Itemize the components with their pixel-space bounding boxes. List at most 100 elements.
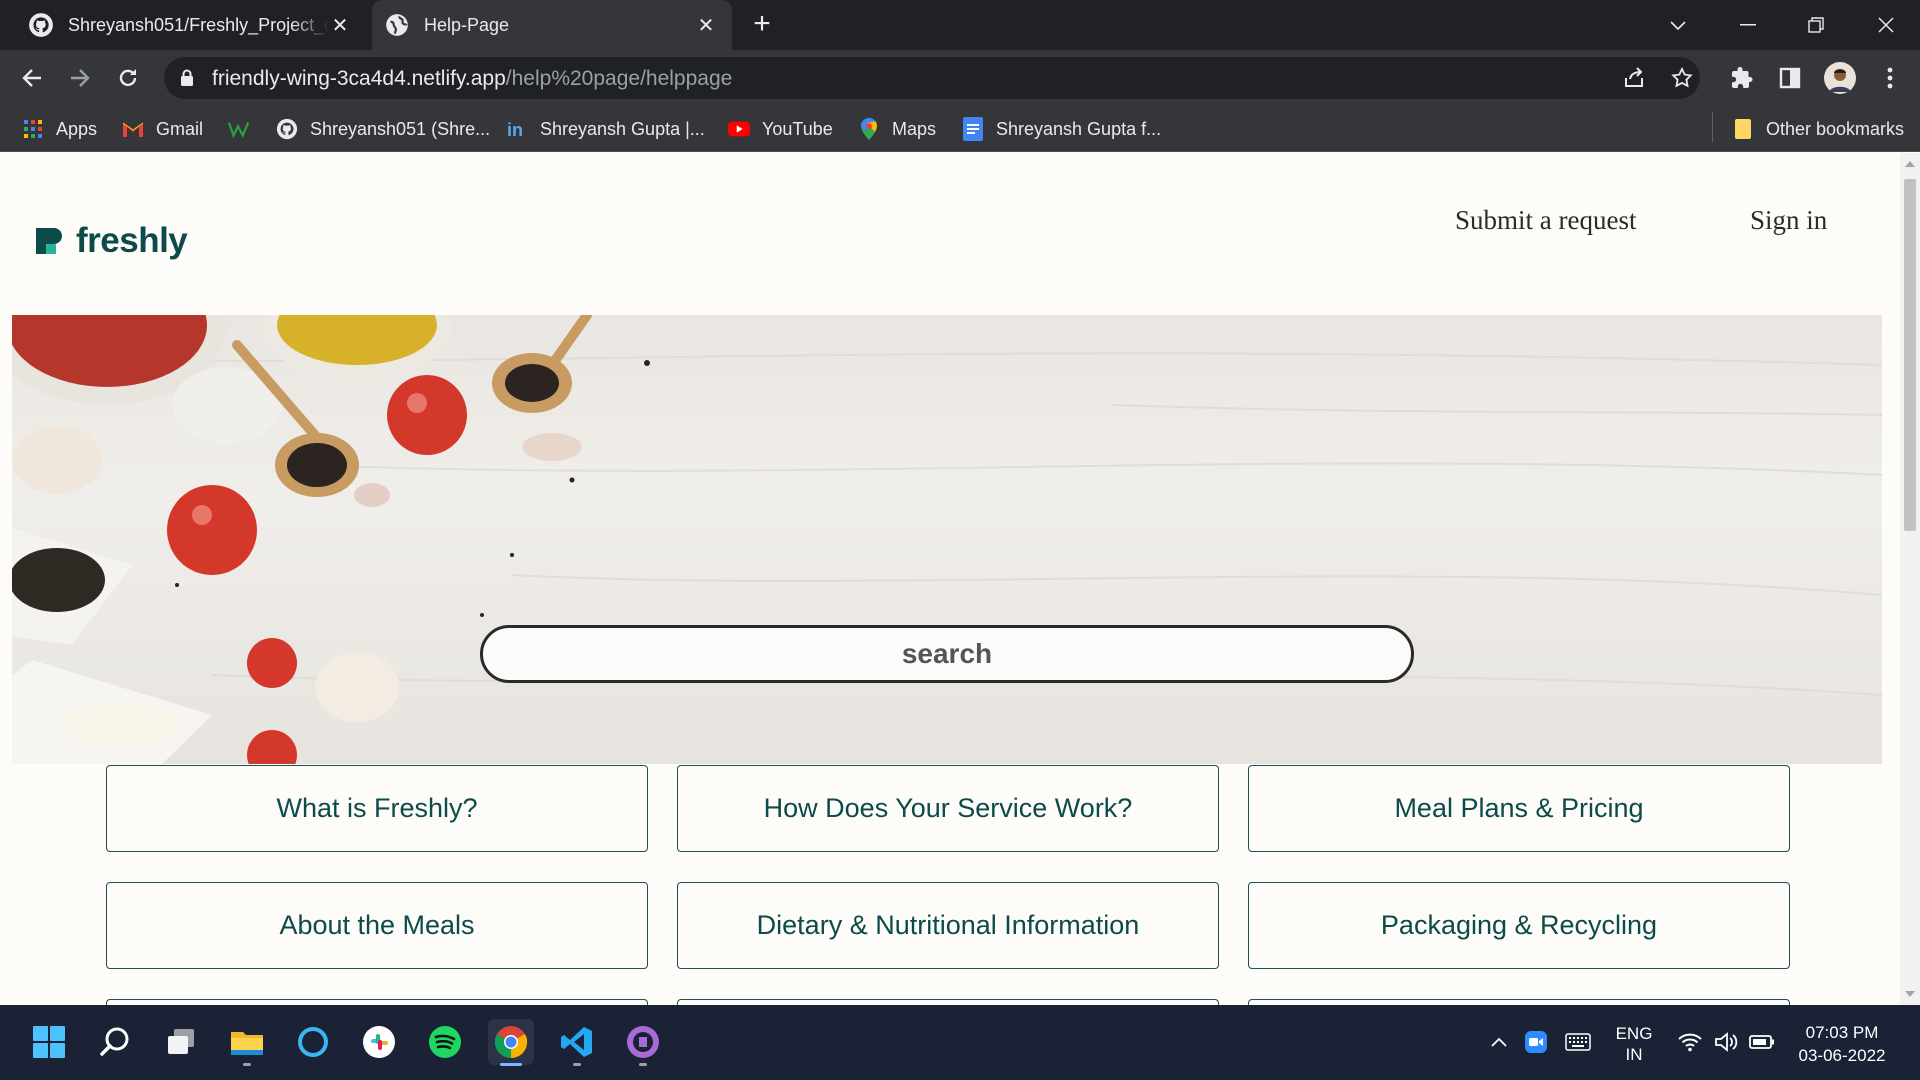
running-indicator	[573, 1063, 581, 1066]
back-arrow-icon[interactable]	[16, 62, 48, 94]
url-text[interactable]: friendly-wing-3ca4d4.netlify.app/help%20…	[212, 67, 732, 91]
apps-grid-icon	[22, 118, 44, 140]
language-code: ENG	[1615, 1024, 1653, 1043]
tab-github[interactable]: Shreyansh051/Freshly_Project_cl ✕	[16, 0, 366, 50]
zoom-meeting-icon[interactable]	[1520, 1019, 1552, 1065]
vscode-icon[interactable]	[554, 1019, 600, 1066]
running-indicator	[243, 1063, 251, 1066]
scroll-thumb[interactable]	[1904, 179, 1916, 531]
spotify-icon[interactable]	[422, 1019, 468, 1065]
github-icon	[29, 13, 53, 37]
bookmarks-bar: Apps Gmail Shreyansh051 (Shre... in Shre…	[0, 106, 1920, 152]
svg-text:in: in	[507, 120, 523, 140]
bookmark-apps[interactable]: Apps	[22, 114, 97, 144]
bookmark-linkedin[interactable]: in Shreyansh Gupta |...	[506, 114, 705, 144]
browser-toolbar: friendly-wing-3ca4d4.netlify.app/help%20…	[0, 50, 1920, 106]
tab-title: Help-Page	[424, 14, 510, 35]
card-about-meals[interactable]: About the Meals	[106, 882, 648, 969]
card-dietary-nutrition[interactable]: Dietary & Nutritional Information	[677, 882, 1219, 969]
tab-search-chevron-icon[interactable]	[1658, 8, 1698, 42]
task-view-icon[interactable]	[158, 1019, 204, 1065]
side-panel-icon[interactable]	[1776, 64, 1804, 92]
card-meal-plans-pricing[interactable]: Meal Plans & Pricing	[1248, 765, 1790, 852]
bookmark-gmail[interactable]: Gmail	[122, 114, 203, 144]
running-indicator	[639, 1063, 647, 1066]
card-packaging-recycling[interactable]: Packaging & Recycling	[1248, 882, 1790, 969]
globe-icon	[386, 14, 408, 36]
scroll-down-arrow-icon[interactable]	[1905, 991, 1915, 997]
bookmark-label: Shreyansh Gupta f...	[996, 118, 1162, 139]
github-icon	[276, 118, 298, 140]
bookmark-github-profile[interactable]: Shreyansh051 (Shre...	[276, 114, 490, 144]
freshly-leaf-icon	[36, 228, 62, 254]
bookmark-separator	[1712, 112, 1713, 142]
windows-start-icon[interactable]	[26, 1019, 72, 1065]
lock-icon[interactable]	[180, 69, 194, 87]
extensions-puzzle-icon[interactable]	[1728, 64, 1756, 92]
bookmark-label: YouTube	[762, 118, 833, 139]
address-bar[interactable]: friendly-wing-3ca4d4.netlify.app/help%20…	[164, 57, 1700, 99]
keyboard-icon[interactable]	[1558, 1019, 1598, 1065]
minimize-icon[interactable]	[1728, 8, 1768, 42]
bookmark-other[interactable]: Other bookmarks	[1732, 114, 1904, 144]
page-scrollbar[interactable]	[1900, 153, 1920, 1005]
sign-in-link[interactable]: Sign in	[1750, 205, 1827, 236]
bookmark-label: Shreyansh Gupta |...	[540, 118, 705, 139]
scroll-up-arrow-icon[interactable]	[1905, 161, 1915, 167]
submit-request-link[interactable]: Submit a request	[1455, 205, 1636, 236]
cortana-icon[interactable]	[290, 1019, 336, 1065]
tray-chevron-up-icon[interactable]	[1486, 1019, 1512, 1065]
clock[interactable]: 07:03 PM 03-06-2022	[1782, 1021, 1902, 1067]
search-input[interactable]	[480, 625, 1414, 683]
chrome-icon[interactable]	[488, 1019, 534, 1066]
share-icon[interactable]	[1622, 66, 1646, 90]
clock-time: 07:03 PM	[1805, 1023, 1879, 1042]
hero-food-image	[12, 315, 1882, 764]
github-desktop-icon[interactable]	[620, 1019, 666, 1066]
input-language[interactable]: ENG IN	[1606, 1023, 1662, 1065]
close-icon[interactable]: ✕	[694, 13, 718, 37]
page-viewport: freshly Submit a request Sign in search …	[0, 153, 1900, 1005]
forward-arrow-icon[interactable]	[64, 62, 96, 94]
profile-avatar[interactable]	[1824, 62, 1856, 94]
hero-banner	[12, 315, 1882, 764]
bookmark-w[interactable]	[228, 114, 262, 144]
bookmark-maps[interactable]: Maps	[858, 114, 936, 144]
reload-icon[interactable]	[112, 62, 144, 94]
bookmark-docs[interactable]: Shreyansh Gupta f...	[962, 114, 1161, 144]
wifi-icon[interactable]	[1674, 1019, 1706, 1065]
restore-icon[interactable]	[1796, 8, 1836, 42]
linkedin-icon: in	[506, 118, 528, 140]
bookmark-label: Maps	[892, 118, 937, 139]
search-icon[interactable]	[92, 1019, 138, 1065]
new-tab-button[interactable]: +	[748, 9, 776, 39]
volume-icon[interactable]	[1710, 1019, 1742, 1065]
other-bookmarks-label: Other bookmarks	[1766, 118, 1905, 139]
docs-icon	[962, 117, 984, 141]
youtube-icon	[728, 118, 750, 140]
slack-icon[interactable]	[356, 1019, 402, 1065]
battery-icon[interactable]	[1746, 1019, 1778, 1065]
running-indicator	[500, 1063, 522, 1066]
card-what-is-freshly[interactable]: What is Freshly?	[106, 765, 648, 852]
tab-help-page[interactable]: Help-Page ✕	[372, 0, 732, 50]
kebab-menu-icon[interactable]	[1876, 64, 1904, 92]
maps-icon	[858, 117, 880, 140]
bookmark-label: Gmail	[156, 118, 204, 139]
bookmark-youtube[interactable]: YouTube	[728, 114, 833, 144]
url-host: friendly-wing-3ca4d4.netlify.app	[212, 67, 506, 90]
freshly-logo[interactable]: freshly	[34, 221, 188, 261]
w-logo-icon	[228, 118, 250, 140]
windows-taskbar: ENG IN 07:03 PM 03-06-2022	[0, 1005, 1920, 1080]
star-icon[interactable]	[1670, 66, 1694, 90]
close-window-icon[interactable]	[1866, 8, 1906, 42]
tab-strip: Shreyansh051/Freshly_Project_cl ✕ Help-P…	[0, 0, 1920, 50]
brand-name: freshly	[76, 221, 188, 260]
card-how-service-works[interactable]: How Does Your Service Work?	[677, 765, 1219, 852]
gmail-icon	[122, 118, 144, 140]
url-path: /help%20page/helppage	[505, 67, 733, 90]
close-icon[interactable]: ✕	[328, 13, 352, 37]
bookmark-label: Apps	[56, 118, 98, 139]
file-explorer-icon[interactable]	[224, 1019, 270, 1066]
region-code: IN	[1625, 1045, 1643, 1064]
